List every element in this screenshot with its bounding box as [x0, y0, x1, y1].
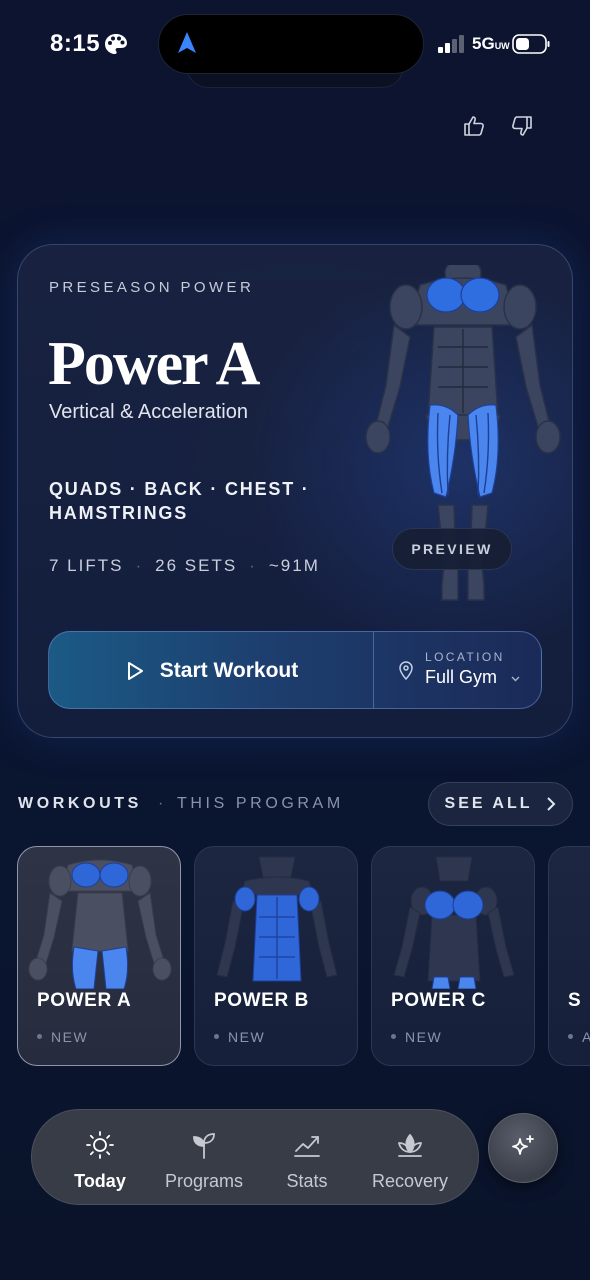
see-all-label: SEE ALL — [444, 795, 533, 812]
new-badge: NEW — [391, 1029, 442, 1045]
location-value: Full Gym — [425, 667, 497, 687]
network-type-label: 5G — [472, 34, 495, 53]
preview-button[interactable]: PREVIEW — [392, 528, 512, 570]
tab-programs[interactable]: Programs — [154, 1110, 254, 1206]
workout-card-power-b[interactable]: POWER B NEW — [194, 846, 358, 1066]
section-title: WORKOUTS — [18, 795, 142, 812]
sparkle-icon — [512, 1135, 534, 1155]
palette-icon — [105, 34, 127, 54]
status-time: 8:15 — [50, 30, 101, 57]
workout-name: POWER A — [37, 990, 132, 1011]
cellular-signal-icon — [438, 35, 464, 53]
lotus-icon — [398, 1134, 422, 1157]
duration-estimate: ~91M — [268, 556, 320, 575]
bottom-tab-bar: Today Programs Stats Recovery — [31, 1109, 479, 1205]
target-muscles-line-1: QUADS · BACK · CHEST · — [49, 479, 310, 499]
network-type-sub: UW — [494, 41, 510, 51]
target-muscles: QUADS · BACK · CHEST · HAMSTRINGS — [49, 477, 349, 525]
play-icon — [127, 662, 143, 680]
workout-name: POWER B — [214, 990, 309, 1011]
workout-subtitle: Vertical & Acceleration — [49, 401, 248, 423]
workout-card-partial[interactable]: S A — [548, 846, 590, 1066]
battery-icon — [512, 34, 550, 54]
new-badge: NEW — [37, 1029, 88, 1045]
workout-card-power-a[interactable]: POWER A NEW — [17, 846, 181, 1066]
muscle-map-thumbnail — [216, 856, 338, 982]
section-subtitle: THIS PROGRAM — [177, 795, 344, 812]
location-selector[interactable]: LOCATION Full Gym — [374, 632, 541, 708]
workout-name: POWER C — [391, 990, 486, 1011]
section-dot: · — [158, 795, 164, 812]
tab-label: Programs — [164, 1171, 244, 1191]
tab-stats[interactable]: Stats — [267, 1110, 347, 1206]
new-badge: NEW — [214, 1029, 265, 1045]
tab-label: Today — [74, 1171, 126, 1191]
workout-card-power-c[interactable]: POWER C NEW — [371, 846, 535, 1066]
sprout-icon — [193, 1133, 215, 1159]
tab-label: Recovery — [371, 1171, 449, 1191]
thumbs-down-icon[interactable] — [510, 114, 534, 138]
featured-workout-card[interactable]: PRESEASON POWER Power A Vertical & Accel… — [17, 244, 573, 738]
workout-stats: 7 LIFTS · 26 SETS · ~91M — [49, 556, 320, 576]
network-type: 5GUW — [472, 34, 510, 54]
target-muscles-line-2: HAMSTRINGS — [49, 503, 188, 523]
chevron-down-icon — [511, 676, 520, 682]
muscle-map-thumbnail — [28, 859, 172, 989]
sets-count: 26 SETS — [155, 556, 238, 575]
see-all-button[interactable]: SEE ALL — [428, 782, 573, 826]
line-chart-icon — [294, 1136, 320, 1157]
app-screen: 8:15 5GUW PRESEASON POWER Power A Vertic… — [0, 0, 590, 1280]
start-workout-button[interactable]: Start Workout — [49, 632, 373, 708]
location-pin-icon — [399, 661, 413, 680]
new-badge: A — [568, 1029, 590, 1045]
stats-separator: · — [249, 556, 257, 575]
stats-separator: · — [135, 556, 144, 575]
navigation-arrow-icon — [178, 32, 196, 53]
tab-today[interactable]: Today — [58, 1110, 142, 1206]
start-workout-bar: Start Workout LOCATION Full Gym — [48, 631, 542, 709]
thumbs-up-icon[interactable] — [462, 114, 486, 138]
lifts-count: 7 LIFTS — [49, 556, 124, 575]
workout-name: S — [568, 990, 582, 1011]
chevron-right-icon — [547, 797, 556, 811]
workout-title: Power A — [48, 330, 260, 398]
start-workout-label: Start Workout — [159, 659, 299, 682]
location-eyebrow: LOCATION — [425, 650, 505, 664]
tab-label: Stats — [286, 1171, 328, 1191]
tab-recovery[interactable]: Recovery — [362, 1110, 458, 1206]
muscle-map-thumbnail — [393, 856, 515, 989]
program-eyebrow: PRESEASON POWER — [49, 279, 255, 296]
sun-icon — [86, 1131, 114, 1159]
ai-assistant-button[interactable] — [488, 1113, 558, 1183]
